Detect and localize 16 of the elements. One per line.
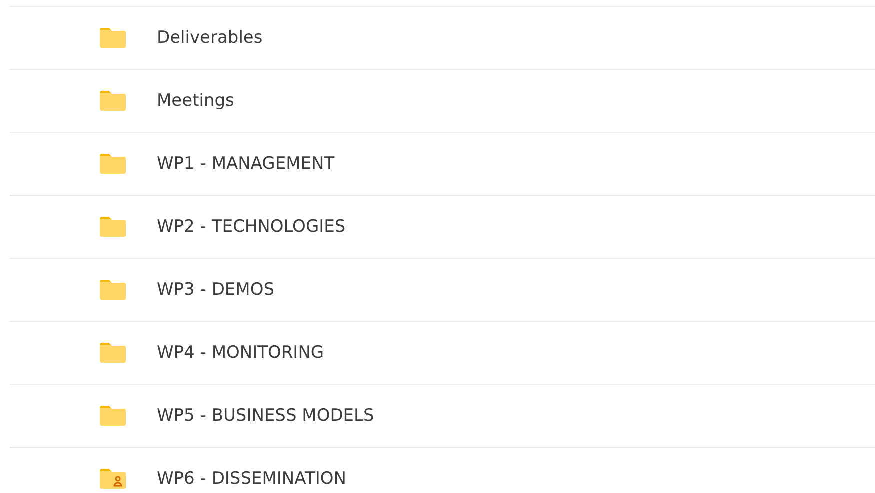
folder-name[interactable]: Meetings bbox=[157, 91, 234, 111]
folder-icon bbox=[99, 153, 127, 175]
folder-name[interactable]: WP3 - DEMOS bbox=[157, 280, 274, 300]
shared-folder-icon bbox=[99, 468, 127, 490]
folder-icon bbox=[99, 27, 127, 49]
folder-icon bbox=[99, 405, 127, 427]
folder-name[interactable]: WP5 - BUSINESS MODELS bbox=[157, 406, 374, 426]
folder-name[interactable]: WP1 - MANAGEMENT bbox=[157, 154, 335, 174]
folder-name[interactable]: WP6 - DISSEMINATION bbox=[157, 469, 346, 489]
folder-icon bbox=[99, 216, 127, 238]
folder-name[interactable]: WP4 - MONITORING bbox=[157, 343, 324, 363]
folder-icon bbox=[99, 342, 127, 364]
folder-icon bbox=[99, 279, 127, 301]
folder-icon bbox=[99, 90, 127, 112]
folder-name[interactable]: WP2 - TECHNOLOGIES bbox=[157, 217, 346, 237]
folder-name[interactable]: Deliverables bbox=[157, 28, 263, 48]
